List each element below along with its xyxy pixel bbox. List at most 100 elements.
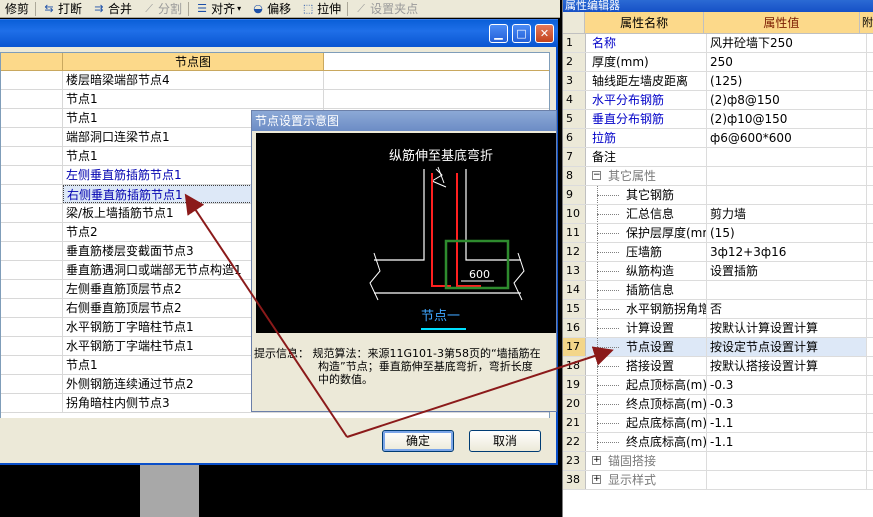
property-value-cell[interactable]	[707, 167, 867, 185]
node-name-cell[interactable]: 节点1	[63, 90, 324, 108]
property-value-cell[interactable]: -0.3	[707, 376, 867, 394]
node-dialog-titlebar[interactable]: ▁ □ ✕	[0, 19, 558, 47]
ok-button[interactable]: 确定	[382, 430, 454, 452]
property-value-cell[interactable]	[707, 186, 867, 204]
property-row[interactable]: 9 其它钢筋	[563, 186, 873, 205]
table-row[interactable]: 节点1	[1, 90, 549, 109]
property-value-cell[interactable]: 否	[707, 300, 867, 318]
row-header-cell[interactable]	[1, 299, 63, 317]
property-name-cell[interactable]: 垂直分布钢筋	[586, 110, 707, 128]
property-name-cell[interactable]: 汇总信息	[586, 205, 707, 223]
property-name-cell[interactable]: + 显示样式	[586, 471, 707, 489]
split-button[interactable]: ⟋ 分割	[137, 0, 187, 17]
column-header-extra[interactable]: 附	[859, 12, 873, 33]
property-name-cell[interactable]: 名称	[586, 34, 707, 52]
property-name-cell[interactable]: 终点顶标高(m)	[586, 395, 707, 413]
minimize-button[interactable]: ▁	[489, 24, 508, 43]
property-name-cell[interactable]: 插筋信息	[586, 281, 707, 299]
property-name-cell[interactable]: 水平钢筋拐角增	[586, 300, 707, 318]
property-row[interactable]: 7 备注	[563, 148, 873, 167]
row-header-cell[interactable]	[1, 185, 63, 203]
property-name-cell[interactable]: 终点底标高(m)	[586, 433, 707, 451]
property-row[interactable]: 16 计算设置 按默认计算设置计算	[563, 319, 873, 338]
property-name-cell[interactable]: 起点顶标高(m)	[586, 376, 707, 394]
cancel-button[interactable]: 取消	[469, 430, 541, 452]
property-row[interactable]: 21 起点底标高(m) -1.1	[563, 414, 873, 433]
row-header-cell[interactable]	[1, 128, 63, 146]
break-button[interactable]: ⇆ 打断	[37, 0, 87, 17]
property-value-cell[interactable]: -1.1	[707, 414, 867, 432]
row-header-cell[interactable]	[1, 261, 63, 279]
property-name-cell[interactable]: 搭接设置	[586, 357, 707, 375]
property-name-cell[interactable]: 纵筋构造	[586, 262, 707, 280]
maximize-button[interactable]: □	[512, 24, 531, 43]
column-header-node-diagram[interactable]: 节点图	[63, 53, 324, 70]
row-header-cell[interactable]	[1, 109, 63, 127]
row-header-cell[interactable]	[1, 375, 63, 393]
property-row[interactable]: 11 保护层厚度(mm)(15)	[563, 224, 873, 243]
property-value-cell[interactable]: 剪力墙	[707, 205, 867, 223]
property-row[interactable]: 4 水平分布钢筋 (2)ф8@150	[563, 91, 873, 110]
row-header-cell[interactable]	[1, 356, 63, 374]
property-name-cell[interactable]: − 其它属性	[586, 167, 707, 185]
property-name-cell[interactable]: 厚度(mm)	[586, 53, 707, 71]
align-button[interactable]: ☰ 对齐 ▾	[190, 0, 246, 17]
property-value-cell[interactable]: 按默认计算设置计算	[707, 319, 867, 337]
property-value-cell[interactable]: -1.1	[707, 433, 867, 451]
row-header-cell[interactable]	[1, 337, 63, 355]
property-value-cell[interactable]: ф6@600*600	[707, 129, 867, 147]
property-value-cell[interactable]: 3ф12+3ф16	[707, 243, 867, 261]
row-header-cell[interactable]	[1, 394, 63, 412]
property-name-cell[interactable]: + 锚固搭接	[586, 452, 707, 470]
row-header-cell[interactable]	[1, 280, 63, 298]
trim-button[interactable]: 修剪	[0, 0, 34, 17]
property-name-cell[interactable]: 起点底标高(m)	[586, 414, 707, 432]
set-grip-button[interactable]: ⟋ 设置夹点	[349, 0, 423, 17]
property-value-cell[interactable]: 风井砼墙下250	[707, 34, 867, 52]
property-value-cell[interactable]	[707, 148, 867, 166]
property-value-cell[interactable]: 设置插筋	[707, 262, 867, 280]
property-name-cell[interactable]: 其它钢筋	[586, 186, 707, 204]
collapse-icon[interactable]: −	[592, 171, 601, 180]
merge-button[interactable]: ⇉ 合并	[87, 0, 137, 17]
row-header-cell[interactable]	[1, 223, 63, 241]
property-value-cell[interactable]: (15)	[707, 224, 867, 242]
table-row[interactable]: 楼层暗梁端部节点4	[1, 71, 549, 90]
property-value-cell[interactable]: (125)	[707, 72, 867, 90]
row-header-cell[interactable]	[1, 166, 63, 184]
expand-icon[interactable]: +	[592, 475, 601, 484]
property-row[interactable]: 6 拉筋 ф6@600*600	[563, 129, 873, 148]
property-row[interactable]: 22 终点底标高(m) -1.1	[563, 433, 873, 452]
property-row[interactable]: 15 水平钢筋拐角增否	[563, 300, 873, 319]
property-row[interactable]: 14 插筋信息	[563, 281, 873, 300]
row-header-cell[interactable]	[1, 71, 63, 89]
property-name-cell[interactable]: 计算设置	[586, 319, 707, 337]
property-value-cell[interactable]	[707, 471, 867, 489]
property-name-cell[interactable]: 节点设置	[586, 338, 707, 356]
row-header-cell[interactable]	[1, 204, 63, 222]
property-name-cell[interactable]: 压墙筋	[586, 243, 707, 261]
expand-icon[interactable]: +	[592, 456, 601, 465]
property-value-cell[interactable]	[707, 281, 867, 299]
property-name-cell[interactable]: 轴线距左墙皮距离	[586, 72, 707, 90]
property-row[interactable]: 13 纵筋构造 设置插筋	[563, 262, 873, 281]
stretch-button[interactable]: ⬚ 拉伸	[296, 0, 346, 17]
property-row[interactable]: 1 名称 风井砼墙下250	[563, 34, 873, 53]
row-header-cell[interactable]	[1, 90, 63, 108]
property-value-cell[interactable]: 250	[707, 53, 867, 71]
property-row[interactable]: 18 搭接设置 按默认搭接设置计算	[563, 357, 873, 376]
column-header-property-name[interactable]: 属性名称	[585, 12, 704, 33]
property-row[interactable]: 8− 其它属性	[563, 167, 873, 186]
property-value-cell[interactable]: 按默认搭接设置计算	[707, 357, 867, 375]
property-row[interactable]: 17 节点设置 按设定节点设置计算	[563, 338, 873, 357]
property-row[interactable]: 20 终点顶标高(m) -0.3	[563, 395, 873, 414]
node-name-cell[interactable]: 楼层暗梁端部节点4	[63, 71, 324, 89]
row-header-cell[interactable]	[1, 147, 63, 165]
property-value-cell[interactable]: -0.3	[707, 395, 867, 413]
property-row[interactable]: 19 起点顶标高(m) -0.3	[563, 376, 873, 395]
property-name-cell[interactable]: 拉筋	[586, 129, 707, 147]
property-name-cell[interactable]: 水平分布钢筋	[586, 91, 707, 109]
property-row[interactable]: 23 + 锚固搭接	[563, 452, 873, 471]
property-row[interactable]: 38 + 显示样式	[563, 471, 873, 490]
property-row[interactable]: 3 轴线距左墙皮距离 (125)	[563, 72, 873, 91]
